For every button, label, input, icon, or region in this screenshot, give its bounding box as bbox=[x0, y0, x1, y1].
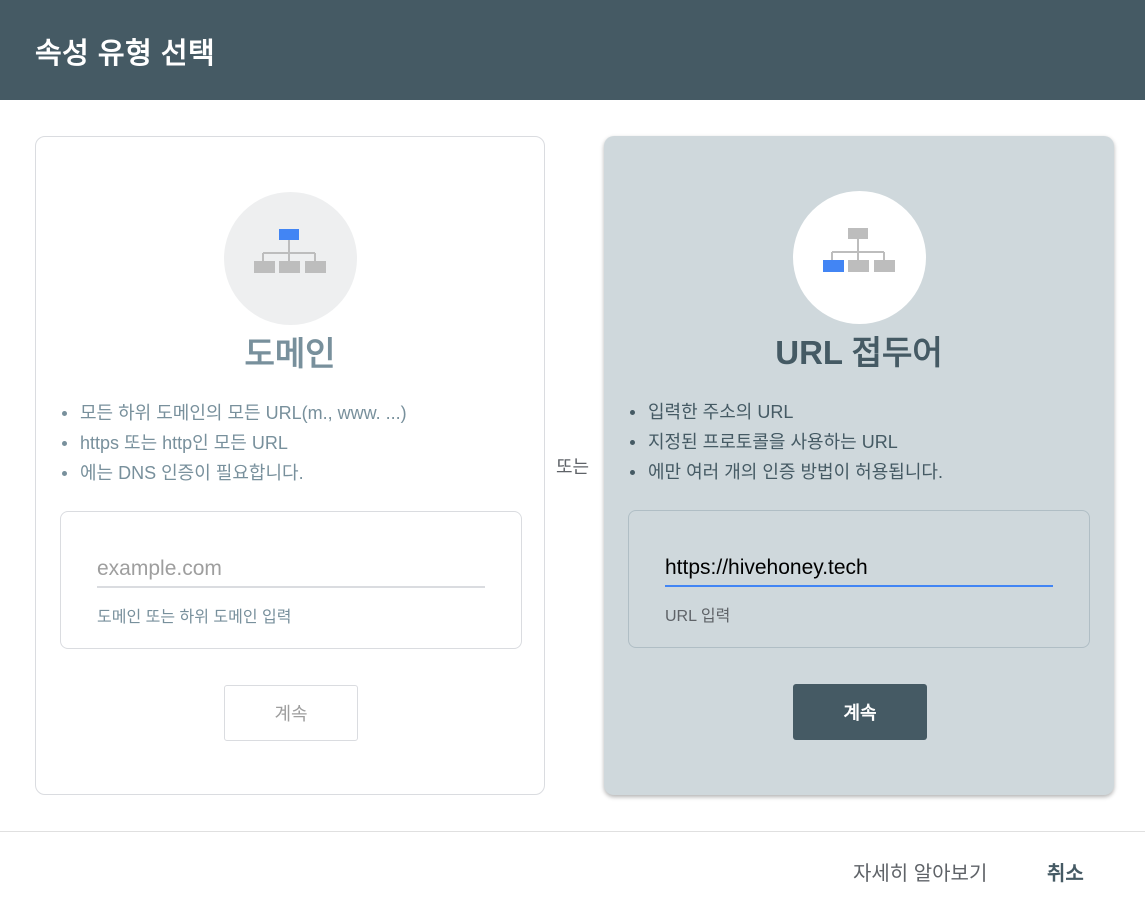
or-label: 또는 bbox=[556, 457, 590, 477]
list-item: https 또는 http인 모든 URL bbox=[62, 428, 407, 458]
url-prefix-icon-circle bbox=[793, 191, 926, 324]
domain-title: 도메인 bbox=[244, 335, 336, 372]
domain-continue-button[interactable]: 계속 bbox=[224, 685, 358, 741]
url-prefix-input[interactable] bbox=[665, 551, 1053, 587]
dialog-title: 속성 유형 선택 bbox=[35, 38, 216, 70]
list-item: 입력한 주소의 URL bbox=[630, 397, 943, 427]
url-prefix-input-helper: URL 입력 bbox=[665, 608, 731, 625]
footer-divider bbox=[0, 831, 1145, 832]
url-prefix-feature-list: 입력한 주소의 URL 지정된 프로토콜을 사용하는 URL 에만 여러 개의 … bbox=[630, 397, 943, 487]
domain-input-helper: 도메인 또는 하위 도메인 입력 bbox=[97, 609, 292, 626]
domain-icon-circle bbox=[224, 192, 357, 325]
dialog-header: 속성 유형 선택 bbox=[0, 0, 1145, 100]
url-prefix-input-box: URL 입력 bbox=[628, 510, 1090, 648]
sitemap-icon bbox=[823, 228, 895, 272]
url-prefix-card[interactable]: URL 접두어 입력한 주소의 URL 지정된 프로토콜을 사용하는 URL 에… bbox=[604, 136, 1114, 795]
url-prefix-continue-button[interactable]: 계속 bbox=[793, 684, 927, 740]
list-item: 에만 여러 개의 인증 방법이 허용됩니다. bbox=[630, 457, 943, 487]
list-item: 모든 하위 도메인의 모든 URL(m., www. ...) bbox=[62, 398, 407, 428]
domain-input-box: 도메인 또는 하위 도메인 입력 bbox=[60, 511, 522, 649]
url-prefix-title: URL 접두어 bbox=[775, 334, 943, 371]
learn-more-link[interactable]: 자세히 알아보기 bbox=[853, 857, 987, 886]
list-item: 지정된 프로토콜을 사용하는 URL bbox=[630, 427, 943, 457]
cancel-button[interactable]: 취소 bbox=[1047, 857, 1084, 886]
list-item: 에는 DNS 인증이 필요합니다. bbox=[62, 458, 407, 488]
domain-feature-list: 모든 하위 도메인의 모든 URL(m., www. ...) https 또는… bbox=[62, 398, 407, 488]
domain-input[interactable] bbox=[97, 552, 485, 588]
sitemap-icon bbox=[254, 229, 326, 273]
domain-card[interactable]: 도메인 모든 하위 도메인의 모든 URL(m., www. ...) http… bbox=[35, 136, 545, 795]
